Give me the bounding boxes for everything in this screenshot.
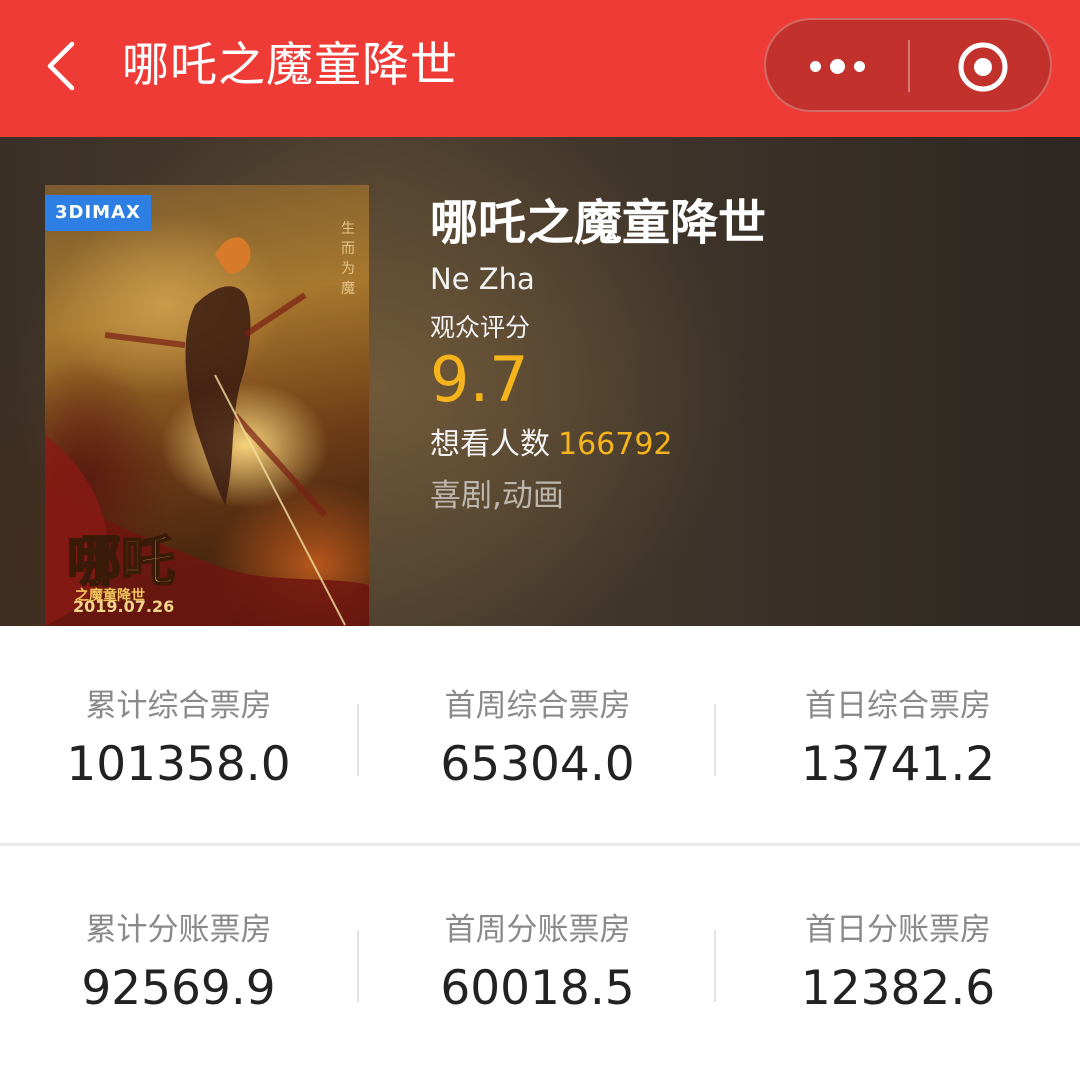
stat-first-week-comprehensive: 首周综合票房 65304.0 [359, 626, 716, 846]
rating-label: 观众评分 [430, 313, 531, 342]
more-button[interactable] [766, 20, 910, 110]
stat-value: 12382.6 [800, 961, 996, 1016]
want-to-see: 想看人数 166792 [430, 425, 673, 465]
stat-value: 65304.0 [440, 737, 635, 792]
rating-value: 9.7 [430, 343, 529, 416]
format-badge: 3DIMAX [45, 195, 151, 231]
want-to-see-label: 想看人数 [430, 427, 550, 462]
poster-artwork: 哪吒 之魔童降世 [45, 237, 369, 626]
stat-label: 累计分账票房 [85, 912, 272, 948]
movie-english-title: Ne Zha [430, 262, 535, 296]
movie-title: 哪吒之魔童降世 [430, 195, 767, 251]
movie-genres: 喜剧,动画 [430, 478, 564, 514]
poster-release-date: 2019.07.26 [73, 597, 175, 616]
stat-first-day-comprehensive: 首日综合票房 13741.2 [716, 626, 1080, 846]
mini-program-capsule [764, 18, 1052, 112]
stat-value: 13741.2 [800, 737, 996, 792]
stat-value: 92569.9 [81, 961, 276, 1016]
movie-poster[interactable]: 哪吒 之魔童降世 生而为魔 3DIMAX 2019.07.26 [45, 185, 369, 626]
stat-label: 首周分账票房 [444, 912, 631, 948]
poster-tagline: 生而为魔 [341, 221, 355, 297]
stat-label: 首日综合票房 [805, 688, 991, 724]
stat-label: 累计综合票房 [85, 688, 272, 724]
stat-label: 首周综合票房 [444, 688, 631, 724]
want-to-see-count: 166792 [558, 427, 673, 462]
back-button[interactable] [30, 30, 90, 102]
stat-label: 首日分账票房 [805, 912, 991, 948]
svg-text:哪吒: 哪吒 [67, 530, 175, 593]
target-close-icon [958, 42, 1008, 92]
box-office-stats: 累计综合票房 101358.0 首周综合票房 65304.0 首日综合票房 13… [0, 626, 1080, 1069]
stats-row-comprehensive: 累计综合票房 101358.0 首周综合票房 65304.0 首日综合票房 13… [0, 626, 1080, 846]
close-button[interactable] [910, 20, 1050, 110]
chevron-left-icon [47, 41, 75, 91]
top-nav-bar: 哪吒之魔童降世 [0, 0, 1080, 137]
stat-first-week-split: 首周分账票房 60018.5 [359, 850, 716, 1070]
stat-value: 101358.0 [66, 737, 291, 792]
stat-first-day-split: 首日分账票房 12382.6 [716, 850, 1080, 1070]
stat-cumulative-comprehensive: 累计综合票房 101358.0 [0, 626, 357, 846]
nav-title: 哪吒之魔童降世 [122, 38, 458, 93]
stat-cumulative-split: 累计分账票房 92569.9 [0, 850, 357, 1070]
stat-value: 60018.5 [440, 961, 635, 1016]
movie-hero: 哪吒 之魔童降世 生而为魔 3DIMAX 2019.07.26 哪吒之魔童降世 … [0, 137, 1080, 626]
stats-row-split: 累计分账票房 92569.9 首周分账票房 60018.5 首日分账票房 123… [0, 850, 1080, 1070]
